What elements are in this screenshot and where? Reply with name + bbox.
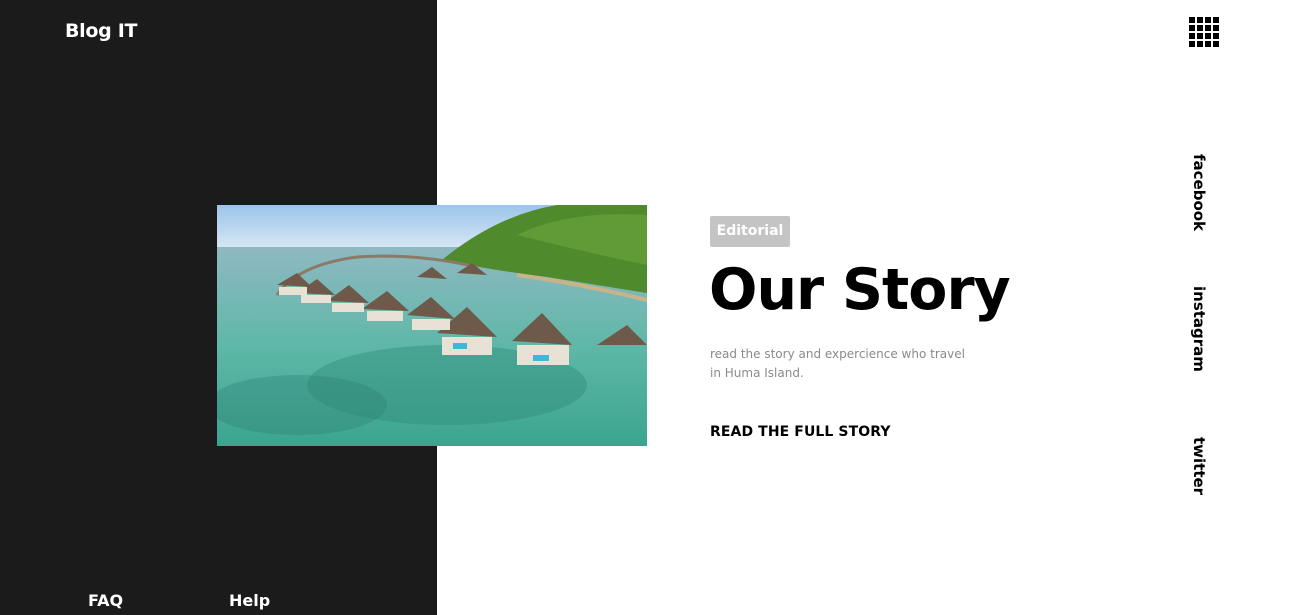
grid-menu-icon[interactable] [1189, 17, 1221, 48]
category-tag[interactable]: Editorial [710, 216, 790, 247]
brand-logo[interactable]: Blog IT [65, 20, 138, 42]
social-link-facebook[interactable]: facebook [1190, 154, 1208, 231]
social-link-twitter[interactable]: twitter [1190, 437, 1208, 495]
read-full-story-link[interactable]: READ THE FULL STORY [710, 424, 891, 440]
footer-link-help[interactable]: Help [229, 591, 270, 610]
page-title: Our Story [709, 257, 1011, 323]
hero-description: read the story and expercience who trave… [710, 347, 965, 380]
hero-image [217, 205, 647, 446]
social-link-instagram[interactable]: instagram [1190, 286, 1208, 372]
footer-link-faq[interactable]: FAQ [88, 591, 123, 610]
